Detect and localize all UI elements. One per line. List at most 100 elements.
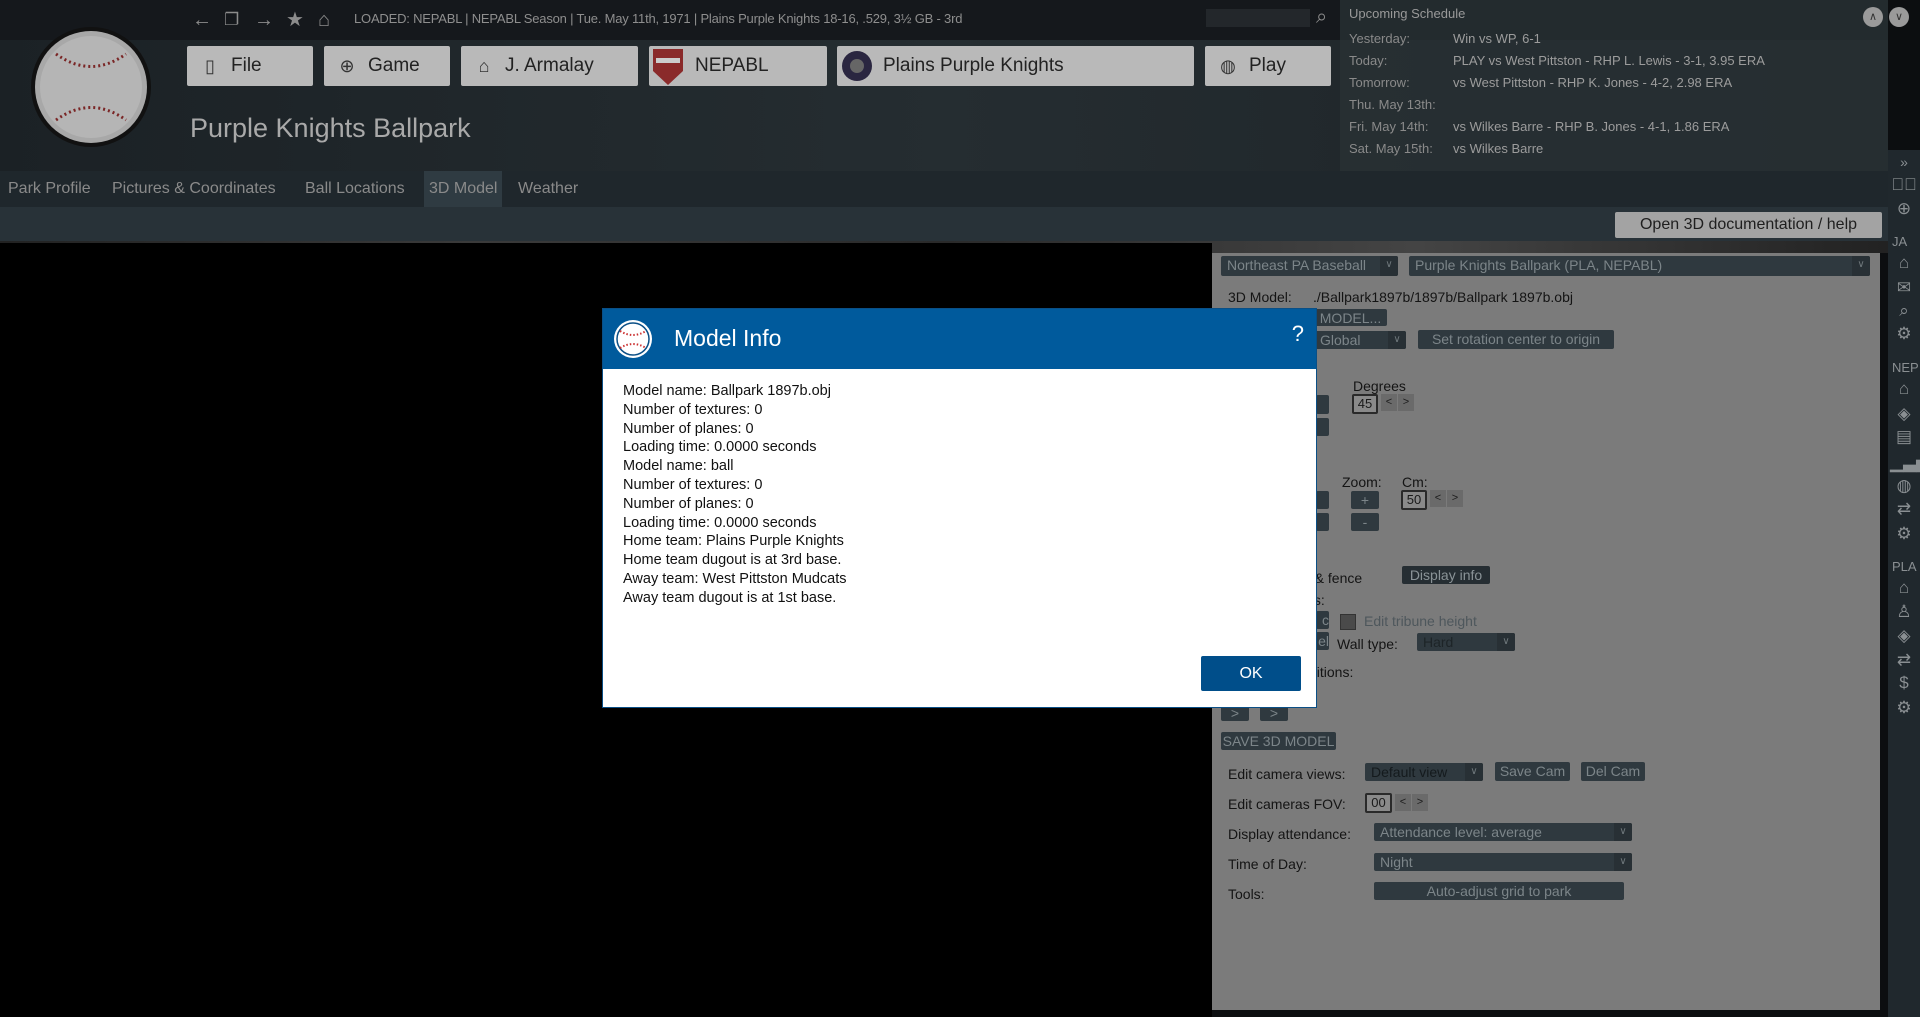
park-select-value: Purple Knights Ballpark (PLA, NEPABL): [1415, 257, 1663, 273]
home-icon[interactable]: ⌂: [1890, 253, 1918, 273]
tab-3d-model[interactable]: 3D Model: [424, 171, 503, 207]
time-of-day-select[interactable]: Night ∨: [1374, 853, 1632, 871]
schedule-game[interactable]: PLAY vs West Pittston - RHP L. Lewis - 3…: [1453, 53, 1765, 68]
model-info-line: Number of planes: 0: [623, 420, 754, 437]
auto-adjust-grid-button[interactable]: Auto-adjust grid to park: [1374, 882, 1624, 900]
load-model-button[interactable]: MODEL...: [1314, 309, 1387, 326]
baseball-logo[interactable]: [28, 24, 154, 150]
team-logo-icon: [842, 51, 872, 81]
attendance-select[interactable]: Attendance level: average ∨: [1374, 823, 1632, 841]
star-icon[interactable]: ★: [286, 9, 304, 31]
league-button[interactable]: NEPABL: [649, 46, 827, 86]
zoom-out-button[interactable]: -: [1351, 513, 1379, 531]
camera-view-select[interactable]: Default view ∨: [1365, 763, 1483, 781]
schedule-game: vs Wilkes Barre - RHP B. Jones - 4-1, 1.…: [1453, 119, 1730, 134]
fov-increment[interactable]: >: [1412, 794, 1428, 811]
diamond-icon[interactable]: ◈: [1890, 626, 1918, 646]
tab-park-profile[interactable]: Park Profile: [3, 171, 96, 207]
baseball-icon: ◍: [1220, 55, 1236, 76]
schedule-day-label: Today:: [1349, 53, 1388, 68]
mail-icon[interactable]: ✉: [1890, 278, 1918, 298]
bar-chart-icon[interactable]: ▁▃▅: [1890, 453, 1920, 473]
gear-icon[interactable]: ⚙: [1890, 698, 1918, 718]
degrees-label: Degrees: [1353, 378, 1406, 394]
forward-icon[interactable]: →: [254, 9, 274, 31]
park-select[interactable]: Purple Knights Ballpark (PLA, NEPABL) ∨: [1409, 256, 1870, 276]
tab-ball-locations[interactable]: Ball Locations: [300, 171, 410, 207]
chevron-down-icon: ∨: [1465, 763, 1483, 781]
fov-decrement[interactable]: <: [1395, 794, 1411, 811]
edit-tribune-checkbox[interactable]: [1340, 614, 1356, 630]
file-label: File: [231, 55, 262, 76]
search-icon[interactable]: ⌕: [1890, 301, 1918, 321]
league-select[interactable]: Northeast PA Baseball ∨: [1221, 256, 1398, 276]
document-icon[interactable]: ▤: [1890, 427, 1918, 447]
transfer-icon[interactable]: ⇄: [1890, 499, 1918, 519]
manager-button[interactable]: ⌂ J. Armalay: [461, 46, 638, 86]
schedule-up-button[interactable]: ∧: [1863, 7, 1883, 27]
back-icon[interactable]: ←: [192, 9, 212, 31]
tab-pictures-coordinates[interactable]: Pictures & Coordinates: [107, 171, 281, 207]
fov-input[interactable]: 00: [1365, 793, 1392, 813]
degrees-decrement[interactable]: <: [1381, 394, 1397, 411]
home-icon[interactable]: ⌂: [318, 9, 330, 31]
baseball-icon[interactable]: ◍: [1890, 476, 1918, 496]
rotation-mode-select[interactable]: Global ∨: [1314, 331, 1406, 349]
gear-icon[interactable]: ⚙: [1890, 324, 1918, 344]
check-icon[interactable]: ✓⃝: [1890, 175, 1918, 195]
wall-type-select[interactable]: Hard ∨: [1417, 633, 1515, 651]
zoom-in-button[interactable]: +: [1351, 491, 1379, 509]
dialog-header: Model Info ?: [603, 309, 1316, 369]
save-cam-button[interactable]: Save Cam: [1495, 762, 1570, 781]
ok-button[interactable]: OK: [1201, 656, 1301, 691]
display-info-button[interactable]: Display info: [1402, 566, 1490, 584]
wall-type-value: Hard: [1423, 634, 1454, 650]
partial-button[interactable]: el: [1316, 632, 1329, 650]
game-button[interactable]: ⊕ Game: [324, 46, 450, 86]
chevron-down-icon: ∨: [1614, 823, 1632, 841]
tab-bar: [0, 171, 1888, 207]
rotate-button[interactable]: [1316, 418, 1329, 436]
save-3d-model-button[interactable]: SAVE 3D MODEL: [1221, 732, 1336, 750]
schedule-down-button[interactable]: ∨: [1889, 7, 1909, 27]
search-input[interactable]: [1206, 9, 1310, 27]
home-icon[interactable]: ⌂: [1890, 379, 1918, 399]
home-icon[interactable]: ⌂: [1890, 578, 1918, 598]
chevron-down-icon: ∨: [1388, 331, 1406, 349]
del-cam-button[interactable]: Del Cam: [1581, 762, 1645, 781]
globe-icon[interactable]: ⊕: [1890, 199, 1918, 219]
play-button[interactable]: ◍ Play: [1205, 46, 1331, 86]
set-rotation-center-button[interactable]: Set rotation center to origin: [1418, 330, 1614, 349]
transfer-icon[interactable]: ⇄: [1890, 650, 1918, 670]
copy-icon[interactable]: ❐: [224, 9, 239, 31]
zoom-label: Zoom:: [1342, 474, 1382, 490]
time-of-day-value: Night: [1380, 854, 1413, 870]
rotation-mode-value: Global: [1320, 332, 1361, 348]
cm-input[interactable]: 50: [1401, 490, 1427, 510]
file-button[interactable]: ▯ File: [187, 46, 313, 86]
coach-icon[interactable]: ♙: [1890, 602, 1918, 622]
open-3d-docs-button[interactable]: Open 3D documentation / help: [1615, 212, 1882, 238]
search-icon[interactable]: ⌕: [1316, 6, 1327, 28]
cm-decrement[interactable]: <: [1430, 490, 1446, 507]
move-button[interactable]: [1316, 513, 1329, 531]
cm-increment[interactable]: >: [1447, 490, 1463, 507]
gear-icon[interactable]: ⚙: [1890, 524, 1918, 544]
partial-button[interactable]: c: [1316, 611, 1329, 629]
globe-icon: ⊕: [339, 55, 355, 76]
help-icon[interactable]: ?: [1292, 321, 1304, 347]
home-icon: ⌂: [478, 55, 490, 76]
degrees-increment[interactable]: >: [1398, 394, 1414, 411]
model-label: 3D Model:: [1228, 289, 1292, 305]
team-button[interactable]: Plains Purple Knights: [837, 46, 1194, 86]
tab-weather[interactable]: Weather: [513, 171, 583, 207]
dollar-icon[interactable]: $: [1890, 673, 1918, 693]
diamond-icon[interactable]: ◈: [1890, 404, 1918, 424]
model-info-line: Away team dugout is at 1st base.: [623, 589, 837, 606]
edit-tribune-label: Edit tribune height: [1364, 613, 1477, 629]
chevron-down-icon: ∨: [1380, 256, 1398, 276]
rotate-button[interactable]: [1316, 395, 1329, 414]
collapse-icon[interactable]: »: [1890, 152, 1918, 172]
degrees-input[interactable]: 45: [1352, 394, 1378, 414]
move-button[interactable]: [1316, 491, 1329, 509]
